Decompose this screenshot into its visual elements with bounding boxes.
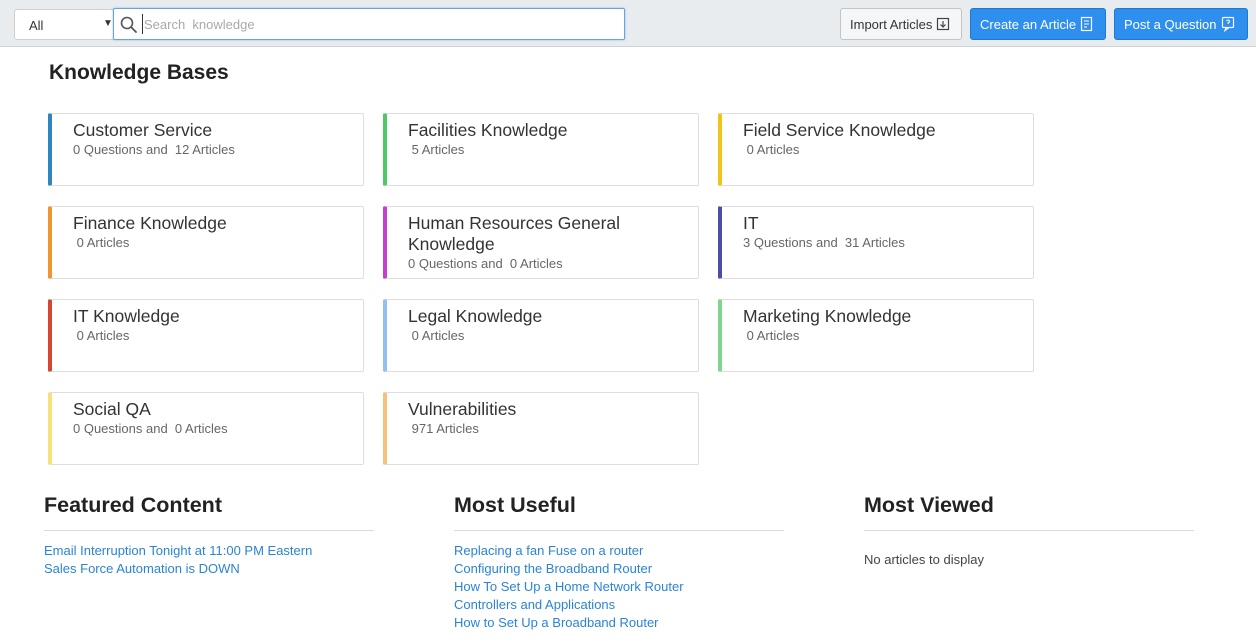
kb-card[interactable]: Social QA 0 Questions and 0 Articles (48, 392, 364, 465)
kb-card[interactable]: IT Knowledge 0 Articles (48, 299, 364, 372)
kb-card-stats: 0 Articles (743, 142, 800, 157)
kb-card-stats: 5 Articles (408, 142, 465, 157)
kb-card-name: IT (743, 213, 759, 233)
list-item: How To Set Up a Home Network Router (454, 578, 684, 596)
list-item: Replacing a fan Fuse on a router (454, 542, 684, 560)
kb-card-name: Facilities Knowledge (408, 120, 568, 140)
kb-card-name: IT Knowledge (73, 306, 180, 326)
kb-card[interactable]: Vulnerabilities 971 Articles (383, 392, 699, 465)
kb-card-stats: 0 Articles (73, 328, 130, 343)
search-input[interactable] (142, 14, 612, 34)
featured-link[interactable]: Sales Force Automation is DOWN (44, 561, 240, 576)
kb-card-name: Marketing Knowledge (743, 306, 912, 326)
kb-card-name: Vulnerabilities (408, 399, 517, 419)
post-question-button[interactable]: Post a Question (1114, 8, 1248, 40)
post-question-label: Post a Question (1124, 16, 1217, 32)
featured-divider (44, 530, 374, 531)
most-viewed-empty-text: No articles to display (864, 552, 984, 567)
list-item: Controllers and Applications (454, 596, 684, 614)
kb-card[interactable]: Field Service Knowledge 0 Articles (718, 113, 1034, 186)
kb-card-name: Finance Knowledge (73, 213, 227, 233)
most-useful-divider (454, 530, 784, 531)
kb-card[interactable]: Human Resources General Knowledge 0 Ques… (383, 206, 699, 279)
most-useful-link[interactable]: Configuring the Broadband Router (454, 561, 652, 576)
most-useful-link[interactable]: How to Set Up a Broadband Router (454, 615, 659, 630)
list-item: Configuring the Broadband Router (454, 560, 684, 578)
kb-card[interactable]: Facilities Knowledge 5 Articles (383, 113, 699, 186)
top-toolbar: All ▼ Import Articles Create an Article … (0, 0, 1256, 47)
most-useful-list: Replacing a fan Fuse on a router Configu… (454, 542, 684, 632)
kb-card[interactable]: Legal Knowledge 0 Articles (383, 299, 699, 372)
featured-link[interactable]: Email Interruption Tonight at 11:00 PM E… (44, 543, 312, 558)
most-useful-link[interactable]: Controllers and Applications (454, 597, 615, 612)
list-item: How to Set Up a Broadband Router (454, 614, 684, 632)
search-icon (120, 16, 137, 33)
kb-card[interactable]: IT 3 Questions and 31 Articles (718, 206, 1034, 279)
create-article-button[interactable]: Create an Article (970, 8, 1106, 40)
import-articles-label: Import Articles (850, 16, 933, 32)
most-useful-link[interactable]: Replacing a fan Fuse on a router (454, 543, 643, 558)
kb-card-name: Legal Knowledge (408, 306, 543, 326)
most-useful-title: Most Useful (454, 493, 576, 517)
kb-card-name: Field Service Knowledge (743, 120, 936, 140)
search-box[interactable] (113, 8, 625, 40)
featured-content-list: Email Interruption Tonight at 11:00 PM E… (44, 542, 312, 578)
featured-content-title: Featured Content (44, 493, 222, 517)
kb-card-stats: 0 Articles (743, 328, 800, 343)
kb-card-stats: 0 Questions and 12 Articles (73, 142, 235, 157)
list-item: Sales Force Automation is DOWN (44, 560, 312, 578)
chevron-down-icon: ▼ (103, 18, 113, 29)
kb-card-name: Customer Service (73, 120, 213, 140)
kb-card-name: Social QA (73, 399, 151, 419)
kb-card-stats: 971 Articles (408, 421, 479, 436)
most-useful-link[interactable]: How To Set Up a Home Network Router (454, 579, 684, 594)
kb-card-stats: 0 Questions and 0 Articles (408, 256, 563, 271)
kb-card[interactable]: Finance Knowledge 0 Articles (48, 206, 364, 279)
kb-card-name: Human Resources General Knowledge (408, 213, 621, 254)
kb-card-stats: 0 Articles (73, 235, 130, 250)
kb-card[interactable]: Marketing Knowledge 0 Articles (718, 299, 1034, 372)
question-bubble-icon (1221, 16, 1234, 32)
new-document-icon (1081, 16, 1093, 32)
kb-card-stats: 3 Questions and 31 Articles (743, 235, 905, 250)
list-item: Email Interruption Tonight at 11:00 PM E… (44, 542, 312, 560)
most-viewed-title: Most Viewed (864, 493, 994, 517)
kb-card-stats: 0 Articles (408, 328, 465, 343)
import-icon (937, 17, 950, 31)
kb-card[interactable]: Customer Service 0 Questions and 12 Arti… (48, 113, 364, 186)
import-articles-button[interactable]: Import Articles (840, 8, 962, 40)
search-scope-select[interactable]: All ▼ (14, 9, 114, 40)
most-viewed-divider (864, 530, 1194, 531)
search-scope-value: All (29, 18, 44, 33)
kb-card-stats: 0 Questions and 0 Articles (73, 421, 228, 436)
knowledge-bases-title: Knowledge Bases (49, 61, 229, 84)
create-article-label: Create an Article (980, 16, 1077, 32)
